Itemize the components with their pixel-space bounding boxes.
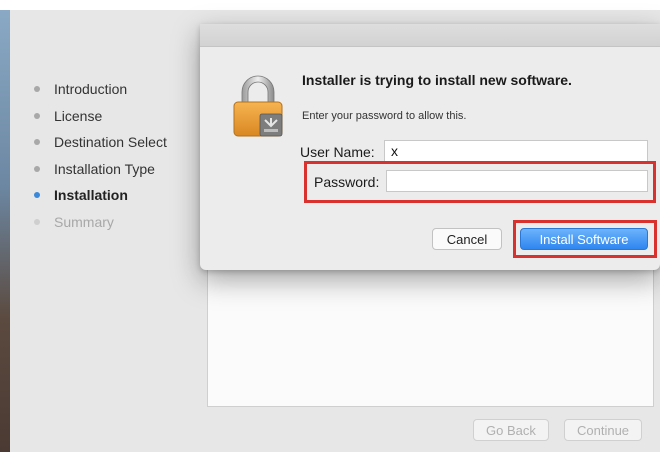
step-summary: Summary bbox=[34, 209, 167, 236]
step-bullet-icon bbox=[34, 112, 40, 119]
lock-icon bbox=[233, 75, 283, 137]
step-bullet-icon bbox=[34, 218, 40, 225]
step-label: Installation bbox=[54, 187, 128, 204]
step-installation-type: Installation Type bbox=[34, 156, 167, 183]
step-label: License bbox=[54, 107, 103, 124]
username-field[interactable] bbox=[384, 140, 648, 162]
install-software-button[interactable]: Install Software bbox=[520, 228, 648, 250]
installer-steps-sidebar: Introduction License Destination Select … bbox=[34, 76, 167, 235]
dialog-title: Installer is trying to install new softw… bbox=[302, 72, 572, 88]
dialog-top-bar bbox=[200, 24, 660, 47]
dialog-subtitle: Enter your password to allow this. bbox=[302, 110, 467, 122]
step-installation: Installation bbox=[34, 182, 167, 209]
step-bullet-icon bbox=[34, 139, 40, 146]
password-field[interactable] bbox=[386, 170, 648, 192]
step-label: Introduction bbox=[54, 81, 128, 98]
step-license: License bbox=[34, 103, 167, 130]
username-label: User Name: bbox=[300, 144, 375, 160]
cancel-button[interactable]: Cancel bbox=[432, 228, 502, 250]
step-bullet-icon bbox=[34, 86, 40, 93]
step-bullet-icon bbox=[34, 192, 40, 199]
go-back-button[interactable]: Go Back bbox=[473, 419, 549, 441]
step-destination-select: Destination Select bbox=[34, 129, 167, 156]
step-label: Destination Select bbox=[54, 134, 167, 151]
installer-content-panel bbox=[207, 250, 654, 407]
password-label: Password: bbox=[314, 174, 380, 190]
step-label: Installation Type bbox=[54, 160, 155, 177]
continue-button[interactable]: Continue bbox=[564, 419, 643, 441]
authentication-dialog: Installer is trying to install new softw… bbox=[200, 24, 660, 270]
step-label: Summary bbox=[54, 213, 114, 230]
step-bullet-icon bbox=[34, 165, 40, 172]
step-introduction: Introduction bbox=[34, 76, 167, 103]
desktop-background-strip bbox=[0, 10, 10, 452]
